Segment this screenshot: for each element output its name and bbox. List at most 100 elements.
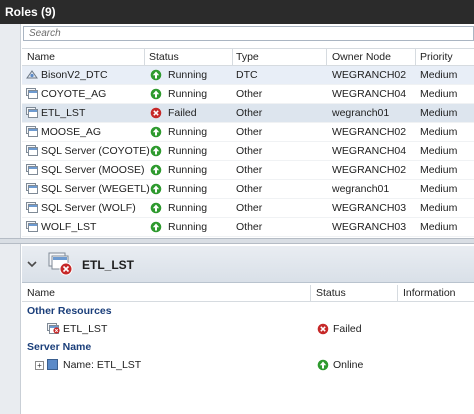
role-priority: Medium	[420, 145, 458, 157]
role-status: Running	[168, 202, 208, 214]
expand-icon[interactable]: +	[35, 361, 44, 370]
role-status: Running	[168, 145, 208, 157]
role-name: SQL Server (COYOTE)	[41, 145, 150, 157]
role-priority: Medium	[420, 88, 458, 100]
role-row[interactable]: SQL Server (COYOTE) Running Other WEGRANCH0…	[22, 142, 474, 161]
failed-role-icon	[48, 252, 73, 276]
resource-status: Online	[333, 359, 364, 371]
role-status: Running	[168, 69, 208, 81]
role-status: Running	[168, 221, 208, 233]
roles-table: Name Status Type Owner Node Priority Bis…	[22, 48, 474, 237]
running-icon	[150, 164, 162, 176]
network-name-icon	[47, 359, 58, 370]
search-placeholder: Search	[29, 28, 61, 39]
resource-group-label: Other Resources	[27, 305, 112, 317]
details-column-information[interactable]: Information	[403, 287, 456, 299]
role-priority: Medium	[420, 183, 458, 195]
role-priority: Medium	[420, 202, 458, 214]
role-row[interactable]: ETL_LST Failed Other wegranch01 Medium	[22, 104, 474, 123]
role-row[interactable]: BisonV2_DTC Running DTC WEGRANCH02 Medium	[22, 66, 474, 85]
dtc-role-icon	[26, 70, 38, 79]
role-type: Other	[236, 164, 263, 176]
resource-status: Failed	[333, 323, 362, 335]
role-name: COYOTE_AG	[41, 88, 107, 100]
role-name: MOOSE_AG	[41, 126, 102, 138]
running-icon	[150, 88, 162, 100]
role-icon	[26, 183, 38, 194]
role-owner-node: WEGRANCH03	[332, 221, 407, 233]
resource-group-header: Server Name	[22, 338, 474, 356]
role-priority: Medium	[420, 107, 458, 119]
column-header-priority[interactable]: Priority	[420, 51, 453, 63]
details-column-status[interactable]: Status	[316, 287, 346, 299]
role-type: Other	[236, 107, 263, 119]
running-icon	[150, 69, 162, 81]
role-type: Other	[236, 126, 263, 138]
role-status: Running	[168, 126, 208, 138]
resource-failed-badge	[53, 327, 60, 334]
role-row[interactable]: COYOTE_AG Running Other WEGRANCH04 Medium	[22, 85, 474, 104]
details-table-header: Name Status Information	[22, 285, 474, 302]
role-icon	[26, 145, 38, 156]
role-name: SQL Server (MOOSE)	[41, 164, 145, 176]
role-name: BisonV2_DTC	[41, 69, 108, 81]
role-type: Other	[236, 183, 263, 195]
role-priority: Medium	[420, 221, 458, 233]
running-icon	[150, 221, 162, 233]
role-owner-node: WEGRANCH03	[332, 202, 407, 214]
role-type: Other	[236, 88, 263, 100]
role-status: Running	[168, 164, 208, 176]
roles-title-bar: Roles (9)	[0, 0, 474, 24]
role-icon	[26, 126, 38, 137]
details-column-name[interactable]: Name	[27, 287, 55, 299]
details-title: ETL_LST	[82, 258, 135, 272]
role-row[interactable]: WOLF_LST Running Other WEGRANCH03 Medium	[22, 218, 474, 237]
role-status: Running	[168, 88, 208, 100]
details-table: Name Status Information Other Resources E…	[22, 285, 474, 374]
role-name: ETL_LST	[41, 107, 86, 119]
chevron-down-icon[interactable]	[27, 259, 37, 269]
resource-group-header: Other Resources	[22, 302, 474, 320]
column-header-type[interactable]: Type	[236, 51, 259, 63]
role-type: Other	[236, 221, 263, 233]
running-icon	[150, 183, 162, 195]
resource-group-label: Server Name	[27, 341, 92, 353]
role-icon	[26, 88, 38, 99]
resource-row[interactable]: + Name: ETL_LST Online	[22, 356, 474, 374]
pane-splitter[interactable]	[0, 238, 474, 244]
failed-icon	[150, 107, 162, 119]
role-status: Failed	[168, 107, 197, 119]
role-name: WOLF_LST	[41, 221, 97, 233]
search-input[interactable]: Search	[23, 26, 474, 41]
role-name: SQL Server (WEGETL)	[41, 183, 150, 195]
running-icon	[150, 202, 162, 214]
column-header-owner-node[interactable]: Owner Node	[332, 51, 391, 63]
roles-title: Roles (9)	[5, 5, 56, 19]
online-icon	[317, 359, 329, 371]
role-owner-node: wegranch01	[332, 107, 390, 119]
role-owner-node: WEGRANCH04	[332, 145, 407, 157]
role-name: SQL Server (WOLF)	[41, 202, 136, 214]
failed-icon	[317, 323, 329, 335]
column-header-name[interactable]: Name	[27, 51, 55, 63]
role-type: Other	[236, 145, 263, 157]
column-header-status[interactable]: Status	[149, 51, 179, 63]
details-header: ETL_LST	[22, 246, 474, 283]
roles-table-header: Name Status Type Owner Node Priority	[22, 48, 474, 66]
resource-name: ETL_LST	[63, 323, 108, 335]
resource-row[interactable]: ETL_LST Failed	[22, 320, 474, 338]
role-row[interactable]: MOOSE_AG Running Other WEGRANCH02 Medium	[22, 123, 474, 142]
role-icon	[26, 202, 38, 213]
role-icon	[26, 164, 38, 175]
role-priority: Medium	[420, 164, 458, 176]
role-owner-node: WEGRANCH02	[332, 69, 407, 81]
role-priority: Medium	[420, 69, 458, 81]
role-owner-node: wegranch01	[332, 183, 390, 195]
role-icon	[26, 107, 38, 118]
resource-name: Name: ETL_LST	[63, 359, 142, 371]
role-type: Other	[236, 202, 263, 214]
role-row[interactable]: SQL Server (WEGETL) Running Other wegranch0…	[22, 180, 474, 199]
role-owner-node: WEGRANCH02	[332, 164, 407, 176]
role-row[interactable]: SQL Server (MOOSE) Running Other WEGRANCH02…	[22, 161, 474, 180]
role-row[interactable]: SQL Server (WOLF) Running Other WEGRANCH03 M…	[22, 199, 474, 218]
